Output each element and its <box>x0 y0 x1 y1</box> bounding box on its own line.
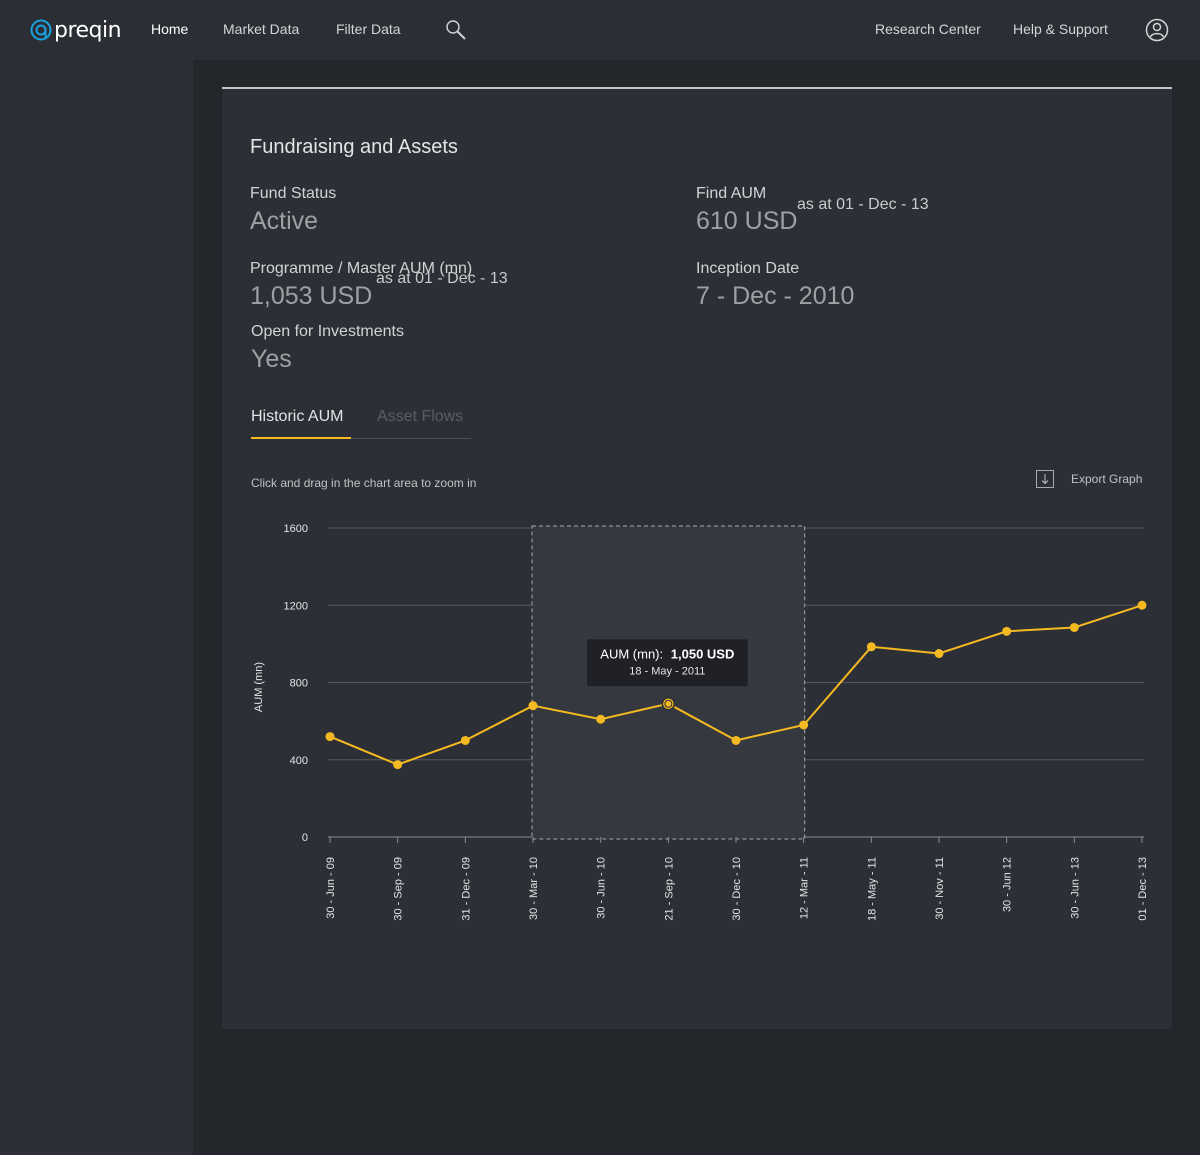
top-navigation: preqin Home Market Data Filter Data Rese… <box>0 0 1200 60</box>
fund-status-label: Fund Status <box>250 185 337 202</box>
x-axis-ticks: 30 - Jun - 09 30 - Sep - 09 31 - Dec - 09 3… <box>325 837 1149 921</box>
data-point[interactable] <box>1069 622 1079 632</box>
y-tick-label: 1600 <box>284 523 308 535</box>
y-tick-label: 800 <box>290 678 308 690</box>
programme-aum-note: as at 01 - Dec - 13 <box>376 270 508 287</box>
preqin-logo-icon <box>30 19 52 41</box>
data-point[interactable] <box>799 720 809 730</box>
nav-filter-data[interactable]: Filter Data <box>336 21 401 37</box>
x-tick-label: 21 - Sep - 10 <box>663 857 675 921</box>
nav-home[interactable]: Home <box>151 21 188 37</box>
fund-aum-note: as at 01 - Dec - 13 <box>797 196 929 213</box>
inception-date-label: Inception Date <box>696 260 800 277</box>
tab-historic-aum[interactable]: Historic AUM <box>251 408 343 426</box>
chart-tooltip: AUM (mn): 1,050 USD 18 - May - 2011 <box>585 638 749 688</box>
x-tick-label: 31 - Dec - 09 <box>460 857 472 921</box>
y-tick-label: 1200 <box>284 600 308 612</box>
data-point[interactable] <box>1137 600 1147 610</box>
tab-asset-flows[interactable]: Asset Flows <box>377 408 463 426</box>
preqin-logo-text: preqin <box>54 17 122 43</box>
data-point[interactable] <box>866 642 876 652</box>
x-tick-label: 30 - Sep - 09 <box>393 857 405 921</box>
download-icon <box>1036 470 1054 488</box>
x-tick-label: 30 - Jun - 13 <box>1069 857 1081 919</box>
data-point[interactable] <box>1002 626 1012 636</box>
data-point[interactable] <box>596 714 606 724</box>
data-point[interactable] <box>934 649 944 659</box>
highlighted-data-point-core <box>664 699 673 708</box>
data-point[interactable] <box>325 732 335 742</box>
tooltip-date: 18 - May - 2011 <box>629 666 705 678</box>
fundraising-panel: Fundraising and Assets Fund Status Activ… <box>222 87 1172 1029</box>
data-point[interactable] <box>731 735 741 745</box>
historic-aum-chart[interactable]: 0 400 800 1200 1600 30 - Jun - 09 30 - Sep - … <box>222 499 1172 939</box>
data-point[interactable] <box>393 760 403 770</box>
x-tick-label: 01 - Dec - 13 <box>1137 857 1149 921</box>
data-point[interactable] <box>528 701 538 711</box>
active-tab-indicator <box>251 437 351 439</box>
user-icon[interactable] <box>1145 18 1169 42</box>
y-tick-label: 400 <box>290 755 308 767</box>
x-tick-label: 12 - Mar - 11 <box>799 857 811 919</box>
nav-research-center[interactable]: Research Center <box>875 21 981 37</box>
x-tick-label: 30 - Dec - 10 <box>731 857 743 921</box>
chart-zoom-hint: Click and drag in the chart area to zoom… <box>251 476 477 490</box>
x-tick-label: 30 - Jun 12 <box>1002 857 1014 912</box>
y-tick-label: 0 <box>302 832 308 844</box>
nav-help-support[interactable]: Help & Support <box>1013 21 1108 37</box>
x-tick-label: 30 - Nov - 11 <box>934 857 946 920</box>
open-for-investments-value: Yes <box>251 345 292 373</box>
export-graph-button[interactable]: Export Graph <box>1036 470 1142 488</box>
y-axis-label: AUM (mn) <box>253 662 265 712</box>
open-for-investments-label: Open for Investments <box>251 323 404 340</box>
section-title: Fundraising and Assets <box>250 136 458 158</box>
x-tick-label: 30 - Mar - 10 <box>528 857 540 920</box>
fund-status-value: Active <box>250 207 319 235</box>
preqin-logo[interactable]: preqin <box>30 14 122 46</box>
x-tick-label: 18 - May - 11 <box>866 857 878 921</box>
x-tick-label: 30 - Jun - 09 <box>325 857 337 919</box>
fund-aum-label: Find AUM <box>696 185 767 202</box>
export-graph-label: Export Graph <box>1071 472 1143 486</box>
data-point[interactable] <box>460 735 470 745</box>
sidebar <box>0 60 193 1155</box>
programme-aum-value: 1,053 USD <box>250 282 373 310</box>
search-icon[interactable] <box>445 19 467 41</box>
x-tick-label: 30 - Jun - 10 <box>596 857 608 919</box>
tooltip-value-number: 1,050 USD <box>671 647 735 662</box>
inception-date-value: 7 - Dec - 2010 <box>696 282 855 310</box>
fund-aum-value: 610 USD <box>696 207 798 235</box>
tooltip-label: AUM (mn): <box>600 647 663 662</box>
nav-market-data[interactable]: Market Data <box>223 21 299 37</box>
y-axis-ticks: 0 400 800 1200 1600 <box>284 523 308 844</box>
